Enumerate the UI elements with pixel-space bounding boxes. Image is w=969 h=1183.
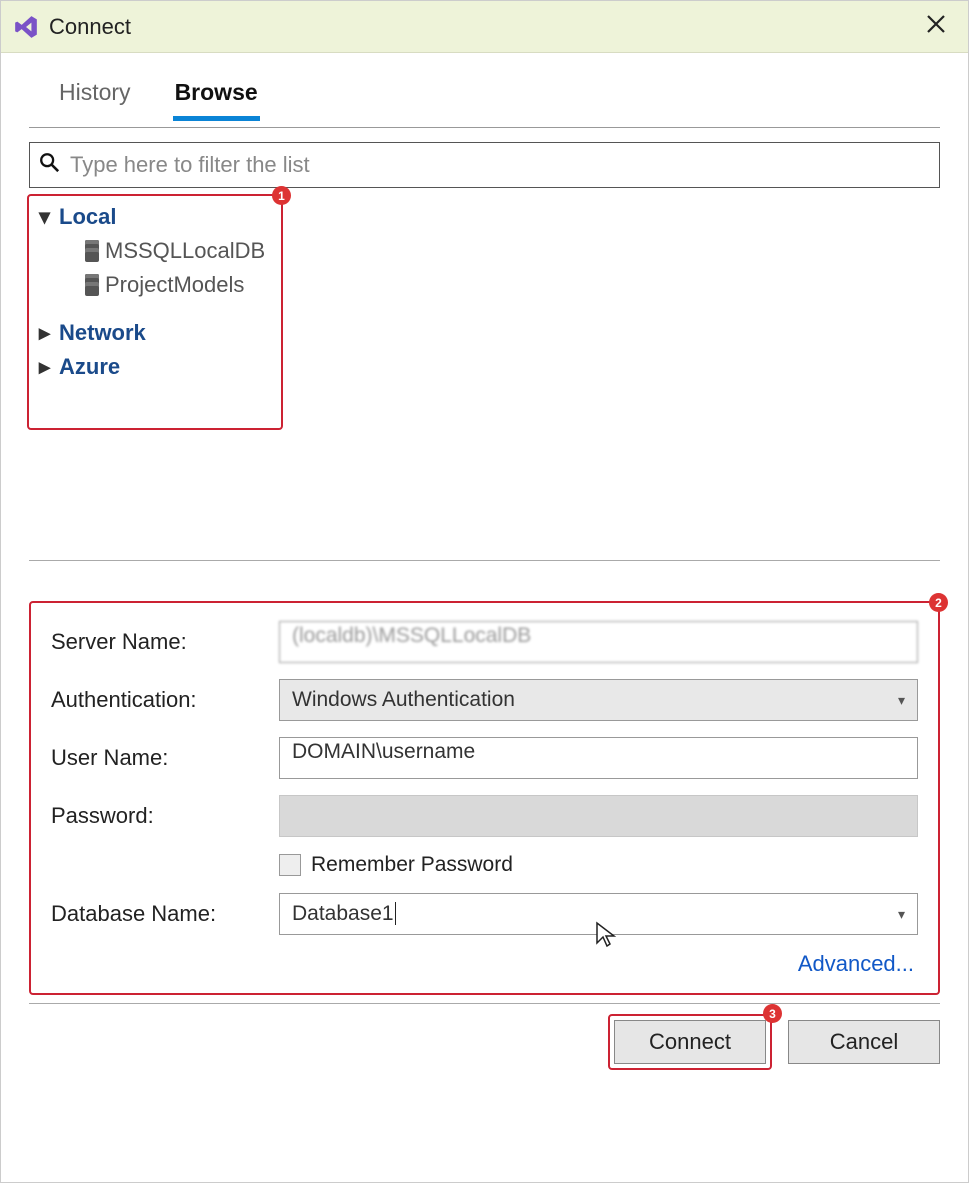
- search-icon: [38, 151, 60, 179]
- filter-input[interactable]: [68, 151, 931, 179]
- server-name-label: Server Name:: [51, 629, 279, 655]
- tree-item-label: MSSQLLocalDB: [105, 238, 265, 264]
- tree-item-label: ProjectModels: [105, 272, 244, 298]
- filter-box[interactable]: [29, 142, 940, 188]
- tab-history[interactable]: History: [57, 73, 133, 121]
- tree-category-azure[interactable]: ▸ Azure: [39, 350, 932, 384]
- tree-category-local[interactable]: ▾ Local: [39, 200, 932, 234]
- password-input: [279, 795, 918, 837]
- chevron-right-icon: ▸: [39, 320, 53, 346]
- tree-label: Azure: [59, 354, 120, 380]
- title-bar: Connect: [1, 1, 968, 53]
- connection-form: Server Name: (localdb)\MSSQLLocalDB Auth…: [29, 601, 940, 989]
- authentication-label: Authentication:: [51, 687, 279, 713]
- tab-browse[interactable]: Browse: [173, 73, 260, 121]
- server-name-input[interactable]: (localdb)\MSSQLLocalDB: [279, 621, 918, 663]
- user-name-label: User Name:: [51, 745, 279, 771]
- tree-label: Network: [59, 320, 146, 346]
- database-name-combobox[interactable]: Database1 ▾: [279, 893, 918, 935]
- database-name-label: Database Name:: [51, 901, 279, 927]
- tree-category-network[interactable]: ▸ Network: [39, 316, 932, 350]
- visual-studio-icon: [13, 14, 39, 40]
- chevron-down-icon[interactable]: ▾: [898, 906, 905, 923]
- user-name-input[interactable]: DOMAIN\username: [279, 737, 918, 779]
- tree-label: Local: [59, 204, 116, 230]
- tree-item-mssqllocaldb[interactable]: MSSQLLocalDB: [39, 234, 932, 268]
- server-icon: [85, 240, 99, 262]
- tree-item-projectmodels[interactable]: ProjectModels: [39, 268, 932, 302]
- chevron-down-icon: ▾: [898, 692, 905, 709]
- advanced-link[interactable]: Advanced...: [798, 951, 914, 976]
- window-title: Connect: [49, 14, 131, 40]
- dialog-footer: 3 Connect Cancel: [29, 1003, 940, 1064]
- authentication-select[interactable]: Windows Authentication ▾: [279, 679, 918, 721]
- section-divider: [29, 560, 940, 561]
- connect-button[interactable]: Connect: [614, 1020, 766, 1064]
- authentication-value: Windows Authentication: [292, 688, 515, 712]
- remember-password-checkbox[interactable]: [279, 854, 301, 876]
- database-name-value: Database1: [292, 902, 396, 925]
- chevron-right-icon: ▸: [39, 354, 53, 380]
- server-icon: [85, 274, 99, 296]
- tab-bar: History Browse: [29, 63, 940, 121]
- chevron-down-icon: ▾: [39, 204, 53, 230]
- password-label: Password:: [51, 803, 279, 829]
- connect-dialog: Connect History Browse 1 ▾ Local: [0, 0, 969, 1183]
- server-tree: ▾ Local MSSQLLocalDB ProjectModels ▸ Net…: [29, 194, 940, 390]
- cancel-button[interactable]: Cancel: [788, 1020, 940, 1064]
- remember-password-label: Remember Password: [311, 853, 513, 877]
- close-button[interactable]: [916, 7, 956, 47]
- divider: [29, 127, 940, 128]
